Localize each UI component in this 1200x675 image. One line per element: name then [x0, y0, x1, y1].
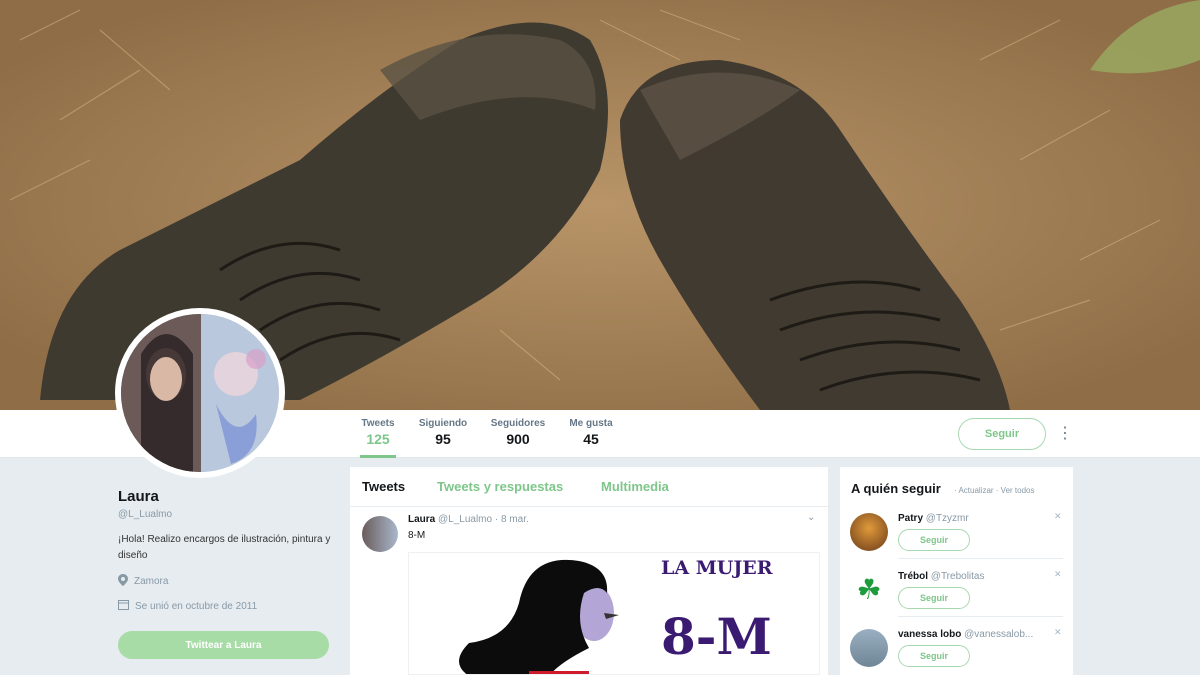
profile-location: Zamora — [118, 574, 333, 589]
shamrock-icon: ☘ — [856, 574, 882, 605]
tweet-author-name[interactable]: Laura — [408, 514, 435, 525]
suggestion-name[interactable]: Patry @Tzyzmr — [898, 513, 969, 524]
divider — [898, 616, 1063, 617]
avatar-image — [121, 314, 279, 472]
profile-joined-text: Se unió en octubre de 2011 — [135, 600, 258, 612]
stat-likes-value: 45 — [583, 431, 599, 447]
tab-media[interactable]: Multimedia — [601, 479, 669, 494]
profile-card: Laura @L_Lualmo ¡Hola! Realizo encargos … — [118, 488, 333, 613]
suggestion-avatar[interactable]: ☘ — [850, 571, 888, 609]
suggestion-name[interactable]: Trébol @Trebolitas — [898, 571, 984, 582]
stat-tweets[interactable]: Tweets 125 — [360, 418, 396, 458]
divider — [898, 558, 1063, 559]
profile-joined: Se unió en octubre de 2011 — [118, 599, 333, 613]
calendar-icon — [118, 599, 129, 613]
stat-following-value: 95 — [435, 431, 451, 447]
tweet-media[interactable]: LA MUJER 8-M — [408, 552, 820, 675]
timeline: Tweets Tweets y respuestas Multimedia La… — [350, 467, 828, 675]
profile-avatar[interactable] — [115, 308, 285, 478]
tweet-to-button[interactable]: Twittear a Laura — [118, 631, 329, 659]
tweet-item[interactable]: Laura @L_Lualmo · 8 mar. ⌄ 8-M LA MUJER … — [350, 508, 828, 675]
media-title-line2: 8-M — [661, 607, 772, 666]
tab-tweets-replies[interactable]: Tweets y respuestas — [437, 479, 563, 494]
profile-handle[interactable]: @L_Lualmo — [118, 509, 333, 520]
stat-followers-value: 900 — [506, 431, 530, 447]
suggestion-item: Patry @Tzyzmr ✕ Seguir — [840, 505, 1073, 563]
stat-tweets-value: 125 — [366, 431, 390, 447]
stat-followers[interactable]: Seguidores 900 — [490, 418, 546, 447]
suggestion-follow-button[interactable]: Seguir — [898, 587, 970, 609]
who-to-follow: A quién seguir · Actualizar · Ver todos … — [840, 467, 1073, 675]
location-pin-icon — [118, 574, 128, 589]
stat-tweets-label: Tweets — [361, 418, 395, 429]
close-icon[interactable]: ✕ — [1054, 569, 1062, 580]
suggestion-name[interactable]: vanessa lobo @vanessalob... — [898, 629, 1033, 640]
stat-likes[interactable]: Me gusta 45 — [567, 418, 615, 447]
suggestion-follow-button[interactable]: Seguir — [898, 529, 970, 551]
close-icon[interactable]: ✕ — [1054, 627, 1062, 638]
close-icon[interactable]: ✕ — [1054, 511, 1062, 522]
suggestion-item: ☘ Trébol @Trebolitas ✕ Seguir — [840, 563, 1073, 621]
stat-followers-label: Seguidores — [490, 418, 546, 429]
suggestion-avatar[interactable] — [850, 629, 888, 667]
media-title-line1: LA MUJER — [661, 557, 773, 579]
stat-following-label: Siguiendo — [418, 418, 468, 429]
profile-location-text[interactable]: Zamora — [134, 576, 168, 587]
chevron-down-icon[interactable]: ⌄ — [807, 512, 815, 523]
timeline-tabs: Tweets Tweets y respuestas Multimedia — [350, 467, 828, 507]
suggestion-follow-button[interactable]: Seguir — [898, 645, 970, 667]
suggestion-avatar[interactable] — [850, 513, 888, 551]
follow-button[interactable]: Seguir — [958, 418, 1046, 450]
tweet-text: 8-M — [408, 530, 426, 541]
tweet-author-handle[interactable]: @L_Lualmo · 8 mar. — [438, 514, 529, 525]
who-to-follow-links[interactable]: · Actualizar · Ver todos — [954, 486, 1034, 495]
profile-bio: ¡Hola! Realizo encargos de ilustración, … — [118, 534, 331, 561]
who-to-follow-title: A quién seguir — [851, 481, 941, 496]
stat-likes-label: Me gusta — [569, 418, 613, 429]
more-vert-icon[interactable]: ⋮ — [1057, 424, 1073, 444]
suggestion-item: vanessa lobo @vanessalob... ✕ Seguir — [840, 621, 1073, 675]
tab-tweets[interactable]: Tweets — [362, 479, 405, 494]
tweet-avatar[interactable] — [362, 516, 398, 552]
stat-following[interactable]: Siguiendo 95 — [418, 418, 468, 447]
profile-name[interactable]: Laura — [118, 488, 333, 505]
